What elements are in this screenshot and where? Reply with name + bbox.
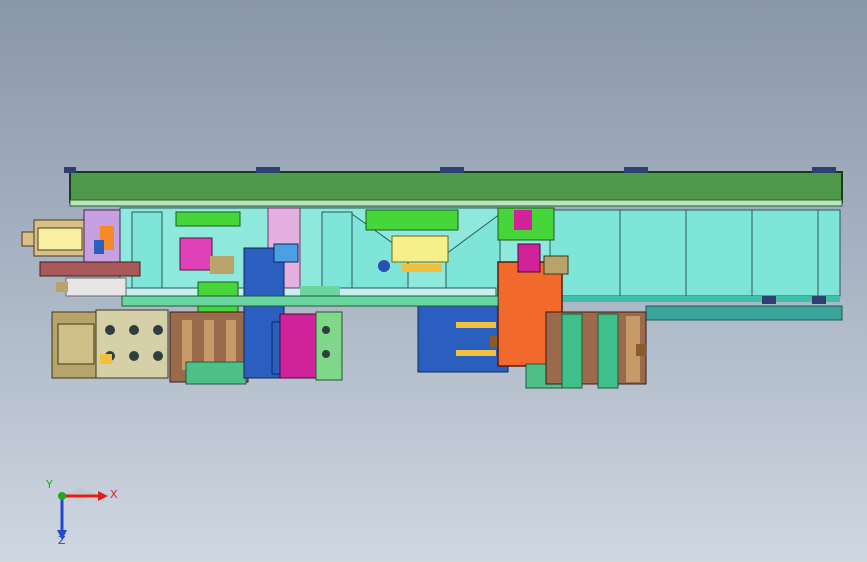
right-rollers (545, 311, 647, 389)
coordinate-triad: X Z Y (45, 478, 118, 547)
magenta-block (279, 311, 343, 381)
left-bottom-block (51, 309, 169, 379)
x-axis-label: X (110, 488, 118, 501)
top-plate (64, 167, 843, 207)
cad-viewport[interactable]: X Z Y (0, 0, 867, 562)
right-cyan-frame (547, 209, 843, 321)
lower-beam (121, 295, 499, 307)
z-axis-label: Z (58, 534, 66, 547)
blue-motor-plate (417, 305, 509, 373)
mechanical-assembly-model[interactable] (0, 0, 867, 562)
y-axis-label: Y (45, 478, 53, 491)
